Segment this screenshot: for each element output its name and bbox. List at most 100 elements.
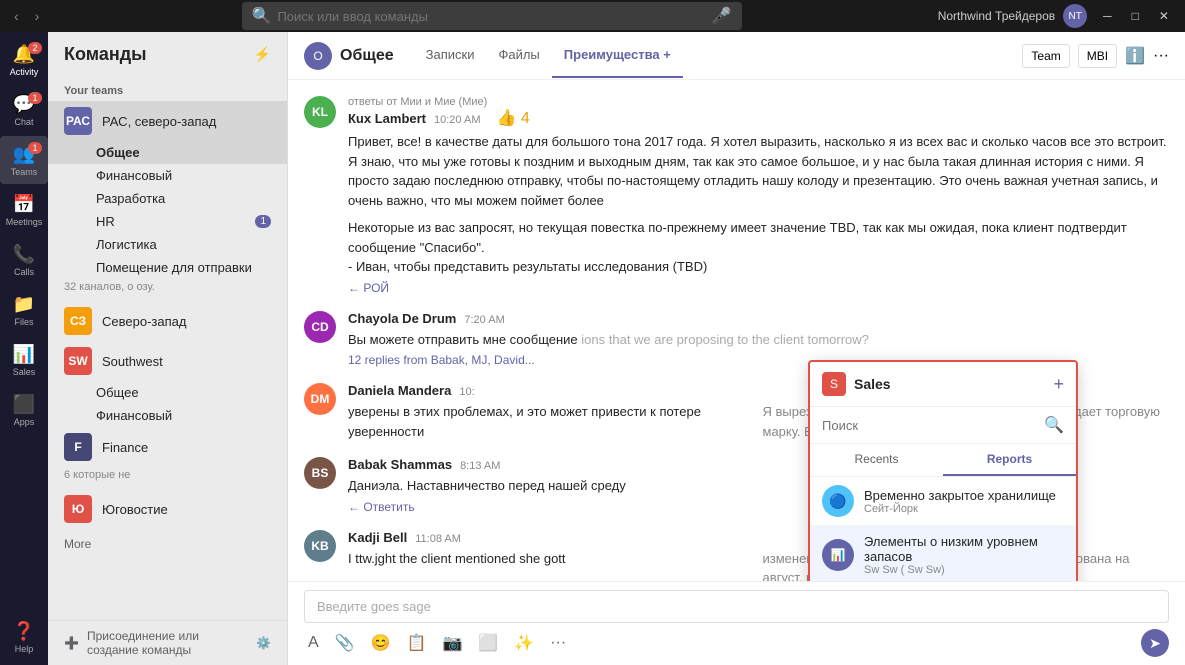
time-daniela: 10: (459, 386, 474, 398)
avatar-babak: BS (304, 457, 336, 489)
format-text-tool[interactable]: A (304, 632, 323, 654)
channel-item-logistika[interactable]: Логистика (48, 233, 287, 256)
send-button[interactable]: ➤ (1141, 629, 1169, 657)
search-bar[interactable]: 🔍 🎤 (242, 2, 742, 30)
time-lambert: 10:20 AM (434, 114, 480, 126)
sparkle-tool[interactable]: ✨ (510, 631, 538, 655)
message-group-chayola: CD Chayola De Drum 7:20 AM Вы можете отп… (304, 311, 1169, 368)
help-label: Help (15, 644, 34, 654)
maximize-button[interactable]: □ (1124, 5, 1147, 27)
popup-tab-reports[interactable]: Reports (943, 444, 1076, 476)
activity-item-teams[interactable]: 👥 Teams 1 (0, 136, 48, 184)
message-header-chayola: Chayola De Drum 7:20 AM (348, 311, 1169, 326)
popup-item-2[interactable]: 📊 Элементы о низким уровнем запасов Sw S… (810, 526, 1076, 581)
author-daniela: Daniela Mandera (348, 383, 451, 398)
apps-icon: ⬛ (13, 394, 35, 415)
channel-item-sw-obshee[interactable]: Общее (48, 381, 287, 404)
message-input-box[interactable]: Введите goes sage (304, 590, 1169, 623)
popup-title: Sales (854, 376, 891, 392)
attach-tool[interactable]: 📎 (331, 631, 359, 655)
search-input[interactable] (277, 9, 705, 24)
more-options-button[interactable]: ··· (1153, 47, 1169, 65)
tab-zapiski[interactable]: Записки (414, 33, 487, 78)
reply-roy[interactable]: ← РОЙ (348, 281, 1169, 295)
sales-label: Sales (13, 367, 36, 377)
join-create-label: Присоединение или создание команды (87, 629, 248, 657)
sidebar-footer[interactable]: ➕ Присоединение или создание команды ⚙️ (48, 620, 287, 665)
sidebar: Команды ⚡ Your teams РАС РАС, северо-зап… (48, 32, 288, 665)
tab-preimushchestva[interactable]: Преимущества + (552, 33, 683, 78)
image-tool[interactable]: 📷 (438, 631, 466, 655)
activity-item-meetings[interactable]: 📅 Meetings (0, 186, 48, 234)
popup-item-1[interactable]: 🔵 Временно закрытое хранилище Сейт-Йорк (810, 477, 1076, 526)
channel-item-obshee[interactable]: Общее (48, 141, 287, 164)
activity-item-apps[interactable]: ⬛ Apps (0, 386, 48, 434)
activity-item-files[interactable]: 📁 Files (0, 286, 48, 334)
sidebar-title: Команды (64, 44, 147, 65)
activity-item-help[interactable]: ❓ Help (0, 613, 48, 661)
avatar-daniela: DM (304, 383, 336, 415)
clipboard-tool[interactable]: 📋 (403, 631, 431, 655)
text-kadji: I ttw.jght the client mentioned she gott (348, 549, 755, 582)
channel-item-pomeshenie[interactable]: Помещение для отправки (48, 256, 287, 279)
time-babak: 8:13 AM (460, 460, 500, 472)
more-tools[interactable]: ··· (546, 632, 570, 654)
tab-faily[interactable]: Файлы (486, 33, 551, 78)
activity-item-sales[interactable]: 📊 Sales (0, 336, 48, 384)
teams-label: Teams (11, 167, 38, 177)
channel-item-hr[interactable]: HR 1 (48, 210, 287, 233)
sidebar-header: Команды ⚡ (48, 32, 287, 77)
team-item-pac[interactable]: РАС РАС, северо-запад ··· (48, 101, 287, 141)
popup-item-name-2: Элементы о низким уровнем запасов (864, 534, 1064, 564)
input-toolbar: A 📎 😊 📋 📷 ⬜ ✨ ··· ➤ (304, 629, 1169, 657)
channel-header-right: Team MBI ℹ️ ··· (1022, 44, 1169, 68)
popup-item-info-1: Временно закрытое хранилище Сейт-Йорк (864, 488, 1064, 515)
team-button[interactable]: Team (1022, 44, 1069, 68)
nav-back-button[interactable]: ‹ (8, 4, 25, 28)
team-item-northwest[interactable]: СЗ Северо-запад ··· (48, 301, 287, 341)
team-icon-yugovostie: Ю (64, 495, 92, 523)
close-button[interactable]: ✕ (1151, 5, 1177, 27)
team-item-finance[interactable]: F Finance ··· (48, 427, 287, 467)
channel-item-sw-finansoviy[interactable]: Финансовый (48, 404, 287, 427)
avatar-chayola: CD (304, 311, 336, 343)
calls-label: Calls (14, 267, 34, 277)
chat-badge: 1 (28, 92, 42, 104)
popup-list: 🔵 Временно закрытое хранилище Сейт-Йорк … (810, 477, 1076, 581)
mic-icon: 🎤 (712, 6, 732, 26)
channel-item-razrabotka[interactable]: Разработка (48, 187, 287, 210)
more-label[interactable]: More (48, 529, 287, 559)
popup-search[interactable]: 🔍 (810, 407, 1076, 444)
screen-tool[interactable]: ⬜ (474, 631, 502, 655)
team-item-southwest[interactable]: SW Southwest ··· (48, 341, 287, 381)
settings-icon[interactable]: ⚙️ (256, 636, 271, 650)
channel-item-finansoviy[interactable]: Финансовый (48, 164, 287, 187)
popup-tab-recents[interactable]: Recents (810, 444, 943, 476)
info-button[interactable]: ℹ️ (1125, 46, 1145, 66)
text-chayola: Вы можете отправить мне сообщение ions t… (348, 330, 1169, 350)
popup-search-icon: 🔍 (1044, 415, 1064, 435)
nav-forward-button[interactable]: › (29, 4, 46, 28)
sales-icon: 📊 (13, 344, 35, 365)
activity-item-chat[interactable]: 💬 Chat 1 (0, 86, 48, 134)
activity-item-activity[interactable]: 🔔 Activity 2 (0, 36, 48, 84)
team-icon-finance: F (64, 433, 92, 461)
search-icon: 🔍 (252, 6, 272, 26)
titlebar-left: ‹ › (8, 4, 45, 28)
team-icon-northwest: СЗ (64, 307, 92, 335)
team-item-yugovostie[interactable]: Ю Юговостие ··· (48, 489, 287, 529)
titlebar-right: Northwind Трейдеров NT ─ □ ✕ (938, 4, 1177, 28)
popup-icon: S (822, 372, 846, 396)
activity-item-calls[interactable]: 📞 Calls (0, 236, 48, 284)
minimize-button[interactable]: ─ (1095, 5, 1120, 27)
popup-search-input[interactable] (822, 418, 1036, 433)
popup-add-button[interactable]: + (1053, 374, 1064, 395)
teams-badge: 1 (28, 142, 42, 154)
filter-button[interactable]: ⚡ (254, 46, 271, 63)
nav-controls: ‹ › (8, 4, 45, 28)
channel-title: Общее (340, 47, 394, 65)
emoji-tool[interactable]: 😊 (367, 631, 395, 655)
meetings-icon: 📅 (13, 194, 35, 215)
user-name: Northwind Трейдеров (938, 9, 1055, 23)
mbi-button[interactable]: MBI (1078, 44, 1117, 68)
